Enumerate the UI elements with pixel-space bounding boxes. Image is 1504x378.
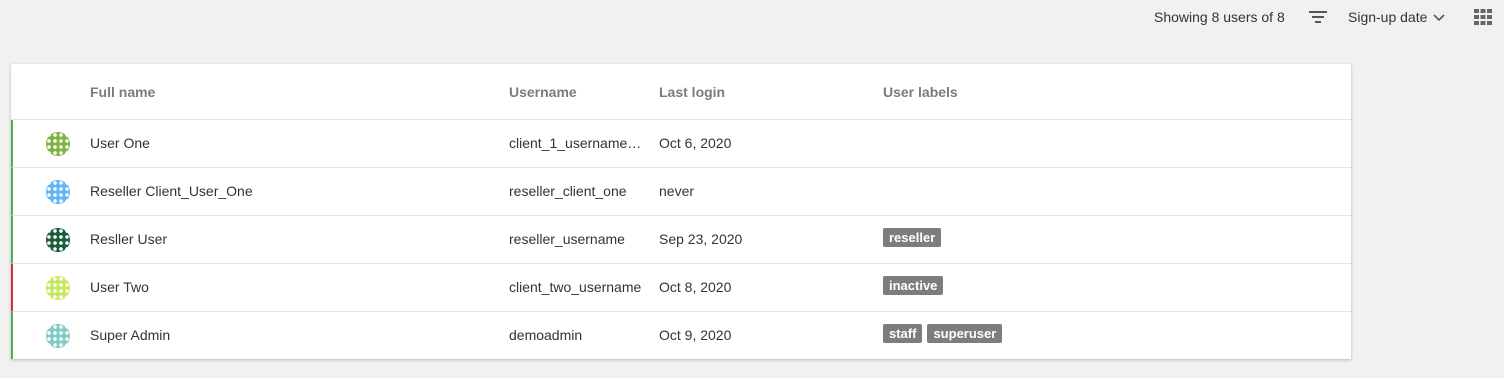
filter-icon[interactable] (1308, 9, 1328, 25)
full-name-cell[interactable]: Super Admin (90, 327, 170, 343)
table-row[interactable]: User Two client_two_username Oct 8, 2020… (11, 264, 1351, 312)
header-last-login[interactable]: Last login (659, 84, 725, 100)
avatar (46, 324, 70, 348)
user-labels-cell: reseller (883, 228, 942, 247)
user-labels-cell: staff superuser (883, 324, 1003, 343)
label-badge: staff (883, 324, 923, 343)
last-login-cell: Sep 23, 2020 (659, 231, 743, 247)
username-cell: reseller_username (509, 231, 625, 247)
full-name-cell[interactable]: Reseller Client_User_One (90, 183, 253, 199)
sort-dropdown[interactable]: Sign-up date (1348, 9, 1445, 25)
user-count-text: Showing 8 users of 8 (1154, 9, 1285, 25)
avatar (46, 132, 70, 156)
table-header: Full name Username Last login User label… (11, 64, 1351, 120)
avatar (46, 180, 70, 204)
username-cell: client_1_username@fl... (509, 135, 655, 151)
table-row[interactable]: User One client_1_username@fl... Oct 6, … (11, 120, 1351, 168)
user-labels-cell: inactive (883, 276, 944, 295)
sort-dropdown-label: Sign-up date (1348, 9, 1428, 25)
toolbar: Showing 8 users of 8 Sign-up date (0, 0, 1504, 34)
label-badge: reseller (883, 228, 942, 247)
header-full-name[interactable]: Full name (90, 84, 155, 100)
full-name-cell[interactable]: User Two (90, 279, 149, 295)
username-cell: demoadmin (509, 327, 583, 343)
label-badge: superuser (927, 324, 1003, 343)
table-row[interactable]: Reseller Client_User_One reseller_client… (11, 168, 1351, 216)
full-name-cell[interactable]: Resller User (90, 231, 167, 247)
header-user-labels: User labels (883, 84, 958, 100)
last-login-cell: never (659, 183, 695, 199)
chevron-down-icon (1433, 9, 1445, 25)
header-username[interactable]: Username (509, 84, 577, 100)
table-row[interactable]: Super Admin demoadmin Oct 9, 2020 staff … (11, 312, 1351, 359)
username-cell: client_two_username (509, 279, 642, 295)
avatar (46, 228, 70, 252)
users-table: Full name Username Last login User label… (11, 64, 1351, 359)
grid-view-icon[interactable] (1474, 9, 1492, 25)
avatar (46, 276, 70, 300)
last-login-cell: Oct 9, 2020 (659, 327, 732, 343)
table-row[interactable]: Resller User reseller_username Sep 23, 2… (11, 216, 1351, 264)
label-badge: inactive (883, 276, 944, 295)
username-cell: reseller_client_one (509, 183, 627, 199)
last-login-cell: Oct 8, 2020 (659, 279, 732, 295)
full-name-cell[interactable]: User One (90, 135, 150, 151)
last-login-cell: Oct 6, 2020 (659, 135, 732, 151)
